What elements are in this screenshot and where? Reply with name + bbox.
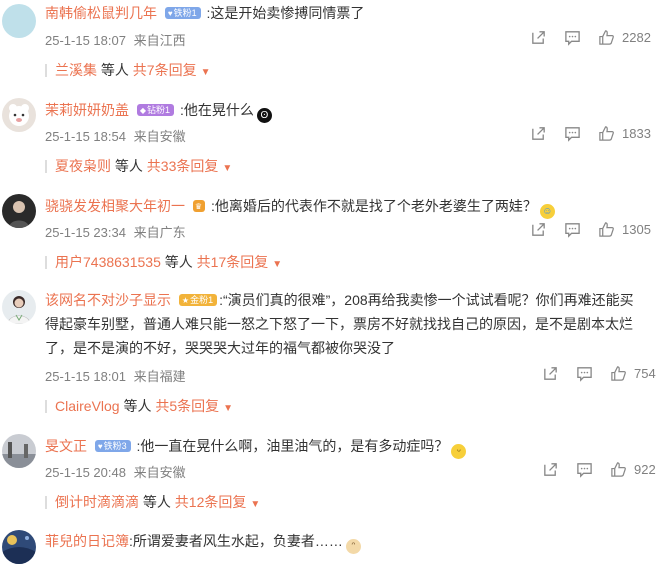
reply-user[interactable]: 用户7438631535 (55, 254, 161, 270)
comment-meta: 25-1-15 18:07 来自江西 (45, 30, 190, 49)
comment-username[interactable]: 南韩偷松鼠判几年 (45, 5, 157, 21)
reply-user[interactable]: 夏夜枭则 (55, 158, 111, 174)
reply-summary[interactable]: 兰溪集 等人 共7条回复 ▼ (45, 60, 210, 80)
divider (45, 496, 47, 509)
like-icon[interactable] (610, 461, 627, 478)
heart-icon: ♥ (167, 9, 173, 18)
comment-text: :这是开始卖惨搏同情票了 (206, 5, 365, 21)
comment-location: 来自安徽 (133, 129, 186, 144)
reply-suffix: 等人 (114, 158, 143, 174)
fan-badge[interactable]: ♛ (192, 200, 206, 212)
reply-summary[interactable]: ClaireVlog 等人 共5条回复 ▼ (45, 396, 233, 416)
like-count: 754 (634, 366, 656, 381)
comment-location: 来自福建 (133, 369, 186, 384)
like-icon[interactable] (610, 365, 627, 382)
like-icon[interactable] (598, 29, 615, 46)
comment-text-line: 了，是不是演的不好，哭哭哭大过年的福气都被你哭没了 (45, 340, 395, 356)
reply-user[interactable]: 兰溪集 (55, 62, 97, 78)
fan-badge[interactable]: ♥铁粉3 (94, 440, 131, 452)
comment-meta: 25-1-15 18:54 来自安徽 (45, 126, 190, 145)
reply-summary[interactable]: 夏夜枭则 等人 共33条回复 ▼ (45, 156, 232, 176)
avatar[interactable] (2, 530, 36, 564)
laugh-cry-emoji-icon: ☺ (539, 204, 555, 219)
reply-user[interactable]: 倒计时滴滴滴 (55, 494, 139, 510)
avatar[interactable] (2, 98, 36, 132)
comment-text-line: :“演员们真的很难”，208再给我卖惨一个试试看呢？你们再难还能买 (219, 292, 634, 308)
comment-icon[interactable] (576, 365, 593, 382)
comment-username[interactable]: 该网名不对沙子显示 (45, 292, 171, 308)
divider (45, 64, 47, 77)
comment-username[interactable]: 旻文正 (45, 438, 87, 454)
avatar[interactable] (2, 4, 36, 38)
comment-text-line: 得起豪车别墅，普通人难只能一怒之下怒了一下，票房不好就找找自己的原因，是不是剧本… (45, 316, 633, 332)
like-icon[interactable] (598, 221, 615, 238)
avatar[interactable] (2, 194, 36, 228)
black-face-emoji-icon: ʘ (256, 108, 272, 123)
caret-down-icon[interactable]: ▼ (222, 163, 232, 174)
fan-badge[interactable]: ♥铁粉1 (164, 7, 201, 19)
heart-icon: ♥ (97, 442, 103, 451)
caret-down-icon[interactable]: ▼ (201, 67, 211, 78)
like-count: 2282 (622, 30, 651, 45)
crown-icon: ♛ (194, 202, 203, 211)
star-icon: ★ (181, 296, 190, 305)
cat-emoji-icon: ᵔ (345, 539, 361, 554)
like-icon[interactable] (598, 125, 615, 142)
avatar[interactable] (2, 290, 36, 324)
comment-meta: 25-1-15 18:01 来自福建 (45, 366, 190, 385)
caret-down-icon[interactable]: ▼ (250, 499, 260, 510)
reply-count[interactable]: 共12条回复 (175, 494, 247, 510)
comment-username[interactable]: 菲兒的日记簿 (45, 533, 129, 549)
reply-suffix: 等人 (123, 398, 152, 414)
divider (45, 400, 47, 413)
comment-date: 25-1-15 20:48 (45, 465, 126, 480)
comment-location: 来自江西 (133, 33, 186, 48)
divider (45, 256, 47, 269)
share-icon[interactable] (542, 461, 559, 478)
comment-meta: 25-1-15 23:34 来自广东 (45, 222, 190, 241)
avatar[interactable] (2, 434, 36, 468)
fan-badge[interactable]: ◆钻粉1 (136, 104, 175, 116)
comment-date: 25-1-15 18:01 (45, 369, 126, 384)
comment-icon[interactable] (564, 221, 581, 238)
share-icon[interactable] (530, 221, 547, 238)
reply-user[interactable]: ClaireVlog (55, 398, 120, 414)
comment-text: :所谓爱妻者风生水起，负妻者…… (129, 533, 343, 549)
comment-username[interactable]: 茉莉妍妍奶盖 (45, 102, 129, 118)
comment-location: 来自安徽 (133, 465, 186, 480)
comment-icon[interactable] (576, 461, 593, 478)
caret-down-icon[interactable]: ▼ (223, 403, 233, 414)
reply-count[interactable]: 共5条回复 (155, 398, 219, 414)
fan-badge[interactable]: ★金粉1 (178, 294, 218, 306)
comment-text: :他在晃什么 (179, 102, 254, 118)
reply-suffix: 等人 (100, 62, 129, 78)
comment-icon[interactable] (564, 125, 581, 142)
like-count: 1833 (622, 126, 651, 141)
reply-summary[interactable]: 用户7438631535 等人 共17条回复 ▼ (45, 252, 282, 272)
like-count: 922 (634, 462, 656, 477)
reply-suffix: 等人 (142, 494, 171, 510)
diamond-icon: ◆ (139, 106, 147, 115)
reply-count[interactable]: 共7条回复 (133, 62, 197, 78)
share-icon[interactable] (530, 29, 547, 46)
comment-username[interactable]: 骁骁发发相聚大年初一 (45, 198, 185, 214)
reply-count[interactable]: 共33条回复 (147, 158, 219, 174)
caret-down-icon[interactable]: ▼ (272, 259, 282, 270)
reply-summary[interactable]: 倒计时滴滴滴 等人 共12条回复 ▼ (45, 492, 260, 512)
comment-text: :他离婚后的代表作不就是找了个老外老婆生了两娃？ (210, 198, 537, 214)
divider (45, 160, 47, 173)
reply-suffix: 等人 (164, 254, 193, 270)
comment-text: :他一直在晃什么啊，油里油气的，是有多动症吗？ (136, 438, 449, 454)
share-icon[interactable] (542, 365, 559, 382)
comment-date: 25-1-15 18:07 (45, 33, 126, 48)
smirk-emoji-icon: ᵕ (451, 444, 467, 459)
comment-icon[interactable] (564, 29, 581, 46)
like-count: 1305 (622, 222, 651, 237)
comment-location: 来自广东 (133, 225, 186, 240)
reply-count[interactable]: 共17条回复 (197, 254, 269, 270)
comment-meta: 25-1-15 20:48 来自安徽 (45, 462, 190, 481)
comment-date: 25-1-15 23:34 (45, 225, 126, 240)
share-icon[interactable] (530, 125, 547, 142)
comment-date: 25-1-15 18:54 (45, 129, 126, 144)
